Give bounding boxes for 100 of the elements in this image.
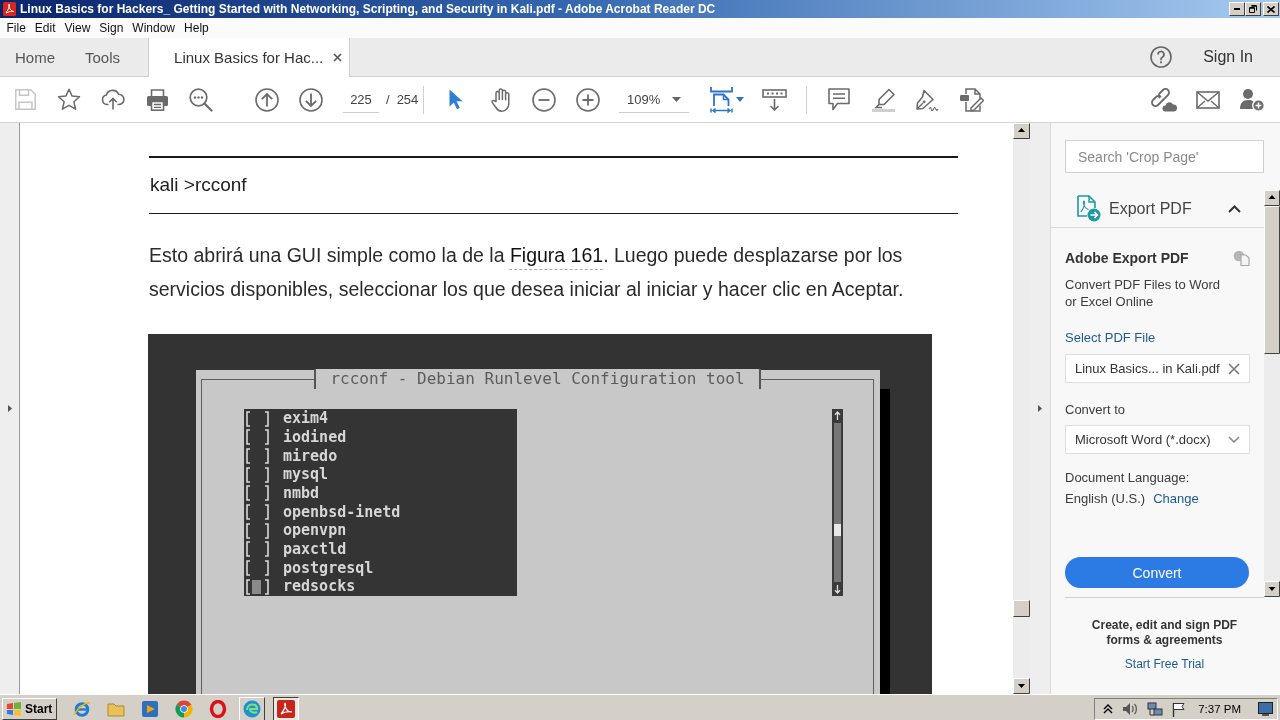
section-title[interactable]: Export PDF xyxy=(1109,199,1192,218)
promo-text: Create, edit and sign PDF forms & agreements xyxy=(1090,618,1239,648)
star-icon[interactable] xyxy=(57,88,81,111)
service-name: mysql xyxy=(283,465,329,484)
scroll-mode-icon[interactable] xyxy=(761,88,787,111)
checkbox[interactable] xyxy=(246,485,269,502)
checkbox[interactable] xyxy=(246,466,269,483)
checkbox[interactable] xyxy=(246,541,269,558)
page-count: 254 xyxy=(396,92,419,107)
field-label: Document Language: xyxy=(1065,469,1191,486)
service-name: miredo xyxy=(283,446,338,466)
desktop-icon[interactable] xyxy=(1258,702,1273,716)
arrow-right-icon[interactable] xyxy=(1038,405,1042,412)
minimize-icon xyxy=(1234,8,1240,10)
mail-icon[interactable] xyxy=(1196,90,1220,109)
file-field[interactable]: Linux Basics... in Kali.pdf xyxy=(1065,354,1250,383)
close-button[interactable] xyxy=(1263,2,1279,16)
add-user-icon[interactable] xyxy=(1239,87,1265,112)
page-number-field[interactable]: 225 xyxy=(343,86,379,113)
volume-icon[interactable] xyxy=(1122,702,1139,716)
service-name: exim4 xyxy=(283,409,329,428)
sign-in-link[interactable]: Sign In xyxy=(1203,48,1253,66)
comment-icon[interactable] xyxy=(828,88,850,111)
service-name: openbsd-inetd xyxy=(283,502,401,522)
menu-item[interactable]: Window xyxy=(127,21,180,35)
service-name: postgresql xyxy=(283,558,374,578)
select-file-link[interactable]: Select PDF File xyxy=(1065,329,1264,346)
caret-icon xyxy=(672,96,681,102)
clear-icon[interactable] xyxy=(1228,362,1240,375)
chevron-up-icon[interactable] xyxy=(1103,704,1114,714)
pdf-icon xyxy=(3,2,16,16)
pen-icon[interactable] xyxy=(915,88,939,111)
format-dropdown[interactable]: Microsoft Word (*.docx) xyxy=(1065,425,1250,454)
page-separator: / xyxy=(386,92,390,107)
service-name: nmbd xyxy=(283,483,320,503)
menu-item[interactable]: Help xyxy=(179,21,214,35)
convert-button[interactable]: Convert xyxy=(1065,557,1249,588)
help-icon[interactable] xyxy=(1150,46,1173,68)
figure-link[interactable]: Figura 161 xyxy=(509,244,604,267)
code-line: kali >rcconf xyxy=(149,173,248,198)
export-pdf-icon xyxy=(1076,195,1101,222)
hand-icon[interactable] xyxy=(490,87,510,112)
ring-icon[interactable] xyxy=(209,700,228,718)
close-icon xyxy=(1267,5,1275,13)
checkbox[interactable] xyxy=(246,429,269,446)
tab[interactable]: Home xyxy=(0,38,70,76)
scroll-bar[interactable] xyxy=(1264,190,1280,597)
caret-icon[interactable] xyxy=(736,97,744,102)
search-field[interactable]: Search 'Crop Page' xyxy=(1065,140,1264,173)
flag-icon[interactable] xyxy=(1172,701,1186,717)
checkbox[interactable] xyxy=(246,410,269,427)
menu-item[interactable]: Sign xyxy=(94,21,128,35)
highlighter-icon[interactable] xyxy=(871,87,895,112)
network-icon[interactable] xyxy=(1147,701,1164,717)
cursor-icon[interactable] xyxy=(449,89,463,110)
print-icon[interactable] xyxy=(145,88,169,111)
checkbox[interactable] xyxy=(246,503,269,520)
checkbox[interactable] xyxy=(246,522,269,539)
panel-heading: Adobe Export PDF xyxy=(1065,250,1189,266)
restore-button[interactable] xyxy=(1245,2,1261,16)
zoom-field[interactable]: 109% xyxy=(619,86,689,113)
menu-item[interactable]: Edit xyxy=(30,21,61,35)
service-name: redsocks xyxy=(283,577,356,597)
field-label: Convert to xyxy=(1065,401,1126,418)
tab[interactable]: Linux Basics for Hac... xyxy=(148,38,351,77)
trial-link[interactable]: Start Free Trial xyxy=(1124,657,1205,671)
arrow-right-icon[interactable] xyxy=(7,405,12,412)
close-icon[interactable] xyxy=(333,53,343,62)
browser-icon[interactable] xyxy=(175,700,194,718)
browser-icon[interactable] xyxy=(73,700,92,718)
zoom-in-icon[interactable] xyxy=(576,87,600,112)
zoom-out-icon[interactable] xyxy=(532,87,556,112)
checkbox[interactable] xyxy=(246,447,269,464)
play-icon[interactable] xyxy=(141,700,160,718)
edit-document-icon[interactable] xyxy=(958,87,984,112)
minimize-button[interactable] xyxy=(1229,2,1245,16)
scroll-bar[interactable] xyxy=(1013,123,1030,694)
restore-icon xyxy=(1249,5,1257,13)
dialog-title: rcconf - Debian Runlevel Configuration tool xyxy=(314,369,761,390)
service-name: paxctld xyxy=(283,540,347,559)
checkbox[interactable] xyxy=(246,578,269,595)
paragraph: Esto abrirá una GUI simple como la de la Figura 161. Luego puede desplazarse por los servicios disponibles, seleccionar los que desea iniciar al iniciar y hacer clic en Aceptar. xyxy=(148,243,905,303)
clock: 7:37 PM xyxy=(1198,703,1241,715)
chevron-up-icon[interactable] xyxy=(1228,204,1241,213)
link-icon[interactable] xyxy=(1151,87,1177,112)
tab[interactable]: Tools xyxy=(70,38,136,76)
checkbox[interactable] xyxy=(246,560,269,577)
fit-page-icon[interactable] xyxy=(710,86,733,113)
description: Convert PDF Files to Word or Excel Online xyxy=(1065,276,1222,310)
start-button[interactable]: Start xyxy=(2,698,58,720)
service-name: iodined xyxy=(283,427,347,447)
chevron-down-icon xyxy=(1228,436,1240,443)
menu-item[interactable]: File xyxy=(2,21,31,35)
service-name: openvpn xyxy=(283,521,347,540)
menu-item[interactable]: View xyxy=(60,21,95,35)
cloud-upload-icon[interactable] xyxy=(101,89,125,110)
change-link[interactable]: Change xyxy=(1153,490,1199,507)
window-title: Linux Basics for Hackers_ Getting Started with Networking, Scripting, and Security in Kali.pdf - Adobe Acrobat Reader DC xyxy=(20,2,717,16)
logo-icon xyxy=(6,702,22,716)
search-icon[interactable] xyxy=(189,87,213,112)
